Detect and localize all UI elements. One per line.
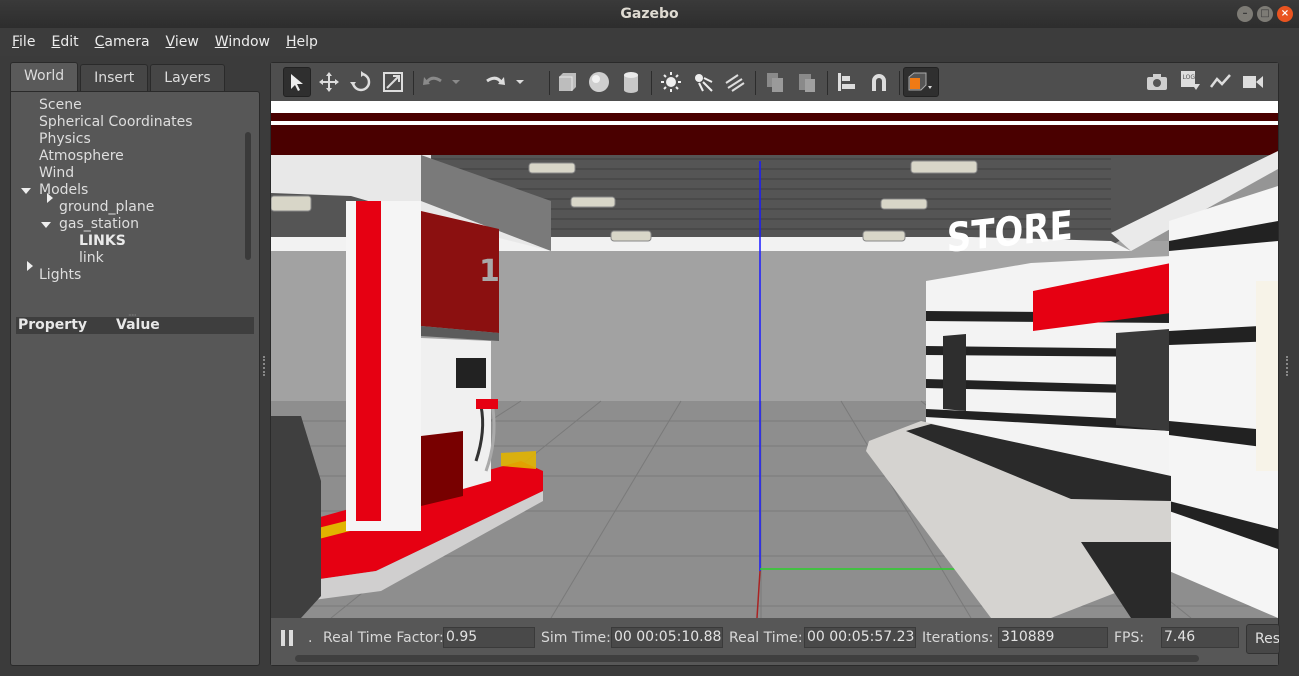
point-light-icon[interactable]	[657, 67, 685, 97]
menu-window[interactable]: Window	[207, 34, 278, 50]
world-tree: Scene Spherical Coordinates Physics Atmo…	[10, 91, 260, 666]
cylinder-shape-icon[interactable]	[617, 67, 645, 97]
maximize-icon[interactable]: □	[1257, 6, 1273, 22]
panel-tabs: World Insert Layers	[10, 62, 260, 91]
left-splitter-handle[interactable]	[263, 356, 266, 376]
undo-history-icon[interactable]	[449, 67, 463, 97]
3d-viewport[interactable]: 1 STORE	[271, 101, 1278, 618]
rtf-value: 0.95	[443, 627, 535, 648]
iterations-value: 310889	[998, 627, 1108, 648]
pause-icon[interactable]	[281, 628, 297, 648]
canopy-top	[271, 101, 1278, 113]
redo-icon[interactable]	[481, 67, 509, 97]
rtf-label: Real Time Factor:	[323, 630, 444, 646]
render-panel: LOG 1 STORE . Real Time Factor: 0.95 Sim…	[270, 62, 1280, 666]
tree-item-physics[interactable]: Physics	[39, 131, 91, 148]
left-panel: World Insert Layers Scene Spherical Coor…	[10, 62, 260, 666]
tab-layers[interactable]: Layers	[150, 64, 225, 91]
right-splitter-handle[interactable]	[1286, 356, 1289, 376]
translate-mode-icon[interactable]	[315, 67, 343, 97]
window-title: Gazebo	[620, 6, 679, 22]
fps-label: FPS:	[1114, 630, 1145, 646]
scale-mode-icon[interactable]	[379, 67, 407, 97]
value-column-header: Value	[116, 317, 160, 333]
directional-light-icon[interactable]	[721, 67, 749, 97]
sim-time-label: Sim Time:	[541, 630, 611, 646]
sim-time-value: 00 00:05:10.889	[611, 627, 723, 648]
expand-arrow-lights-icon[interactable]	[27, 261, 33, 271]
minimize-icon[interactable]: –	[1237, 6, 1253, 22]
snap-icon[interactable]	[865, 67, 893, 97]
real-time-value: 00 00:05:57.237	[804, 627, 916, 648]
rotate-mode-icon[interactable]	[347, 67, 375, 97]
copy-icon[interactable]	[761, 67, 789, 97]
window-controls: – □ ×	[1237, 6, 1293, 22]
expand-arrow-gas-station-icon[interactable]	[41, 222, 51, 228]
undo-icon[interactable]	[419, 67, 447, 97]
paste-icon[interactable]	[793, 67, 821, 97]
menu-file[interactable]: File	[4, 34, 43, 50]
reset-time-button[interactable]: Reset	[1246, 624, 1280, 654]
tab-insert[interactable]: Insert	[80, 64, 149, 91]
redo-history-icon[interactable]	[513, 67, 527, 97]
scene-render[interactable]: 1 STORE	[271, 101, 1278, 618]
expand-arrow-models-icon[interactable]	[21, 188, 31, 194]
box-shape-icon[interactable]	[553, 67, 581, 97]
expand-arrow-ground-plane-icon[interactable]	[47, 193, 53, 203]
statusbar-scrollbar[interactable]	[295, 655, 1199, 662]
log-icon[interactable]: LOG	[1175, 67, 1203, 97]
properties-header: Property Value	[16, 317, 254, 334]
pump-number: 1	[479, 254, 500, 289]
window-titlebar: Gazebo – □ ×	[0, 0, 1299, 28]
view-angle-icon[interactable]	[903, 67, 939, 97]
tree-item-link[interactable]: link	[79, 250, 104, 267]
screenshot-icon[interactable]	[1143, 67, 1171, 97]
select-mode-icon[interactable]	[283, 67, 311, 97]
tree-item-lights[interactable]: Lights	[39, 267, 81, 284]
statusbar: . Real Time Factor: 0.95 Sim Time: 00 00…	[271, 618, 1280, 665]
step-button[interactable]: .	[308, 630, 312, 646]
real-time-label: Real Time:	[729, 630, 803, 646]
close-icon[interactable]: ×	[1277, 6, 1293, 22]
menu-edit[interactable]: Edit	[43, 34, 86, 50]
tree-item-atmosphere[interactable]: Atmosphere	[39, 148, 124, 165]
tab-world[interactable]: World	[10, 62, 79, 91]
fps-value: 7.46	[1161, 627, 1239, 648]
menubar: File Edit Camera View Window Help	[0, 28, 1299, 56]
property-column-header: Property	[18, 317, 88, 333]
menu-view[interactable]: View	[158, 34, 207, 50]
plot-icon[interactable]	[1207, 67, 1235, 97]
menu-camera[interactable]: Camera	[87, 34, 158, 50]
tree-item-scene[interactable]: Scene	[39, 97, 82, 114]
canopy-fascia	[271, 125, 1278, 155]
tree-header-links: LINKS	[79, 233, 126, 249]
svg-text:LOG: LOG	[1183, 74, 1196, 81]
tree-scrollbar[interactable]	[245, 132, 251, 260]
toolbar: LOG	[271, 63, 1278, 101]
align-icon[interactable]	[833, 67, 861, 97]
tree-item-ground-plane[interactable]: ground_plane	[59, 199, 154, 216]
video-record-icon[interactable]	[1239, 67, 1267, 97]
iterations-label: Iterations:	[922, 630, 994, 646]
tree-item-spherical-coordinates[interactable]: Spherical Coordinates	[39, 114, 193, 131]
menu-help[interactable]: Help	[278, 34, 326, 50]
sphere-shape-icon[interactable]	[585, 67, 613, 97]
tree-item-wind[interactable]: Wind	[39, 165, 74, 182]
spot-light-icon[interactable]	[689, 67, 717, 97]
tree-item-gas-station[interactable]: gas_station	[59, 216, 139, 233]
